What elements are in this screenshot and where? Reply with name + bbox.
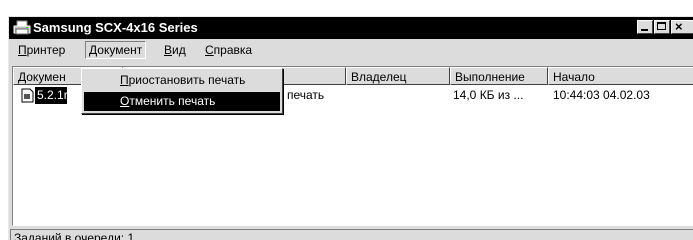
menu-printer[interactable]: Принтер [15, 42, 68, 58]
close-icon: × [675, 19, 683, 34]
column-header-started[interactable]: Начало [548, 67, 693, 85]
pause-accel: П [120, 73, 129, 87]
menu-help[interactable]: Справка [202, 42, 255, 58]
close-button[interactable]: × [671, 19, 693, 34]
status-bar: Заданий в очереди: 1 [9, 227, 693, 240]
window-title: Samsung SCX-4x16 Series [33, 20, 198, 35]
cell-started: 10:44:03 04.02.03 [553, 88, 650, 102]
menu-document[interactable]: Документ [85, 41, 147, 59]
menu-view-label: ид [172, 43, 186, 57]
title-bar[interactable]: Samsung SCX-4x16 Series × [9, 17, 693, 39]
menu-item-pause-printing[interactable]: Приостановить печать [84, 71, 280, 90]
status-text: Заданий в очереди: 1 [10, 229, 693, 240]
cell-progress: 14,0 КБ из ... [453, 88, 524, 102]
menu-printer-accel: П [18, 43, 27, 57]
document-menu-dropdown: Приостановить печать Отменить печать [81, 68, 283, 114]
menu-bar: Принтер Документ Вид Справка [9, 40, 693, 60]
menu-view[interactable]: Вид [161, 42, 189, 58]
print-queue-window: Samsung SCX-4x16 Series × Принтер Докуме… [8, 16, 693, 240]
column-header-progress[interactable]: Выполнение [450, 67, 548, 85]
menu-printer-label: ринтер [26, 43, 66, 57]
document-icon [21, 88, 34, 103]
minimize-icon [641, 29, 648, 31]
pause-label: риостановить печать [128, 73, 246, 87]
menu-item-cancel-printing[interactable]: Отменить печать [84, 92, 280, 111]
column-header-owner[interactable]: Владелец [346, 67, 450, 85]
menu-document-label: окумент [97, 43, 143, 57]
maximize-icon [657, 22, 666, 30]
cell-document[interactable]: 5.2.1r [35, 87, 67, 104]
menu-view-accel: В [164, 43, 173, 57]
cell-status: печать [287, 88, 325, 102]
minimize-button[interactable] [637, 20, 653, 34]
menu-help-accel: С [205, 43, 214, 57]
menu-help-label: правка [213, 43, 253, 57]
printer-icon [13, 20, 31, 36]
cancel-label: тменить печать [129, 94, 216, 108]
maximize-button[interactable] [654, 20, 670, 34]
cancel-accel: О [120, 94, 130, 108]
